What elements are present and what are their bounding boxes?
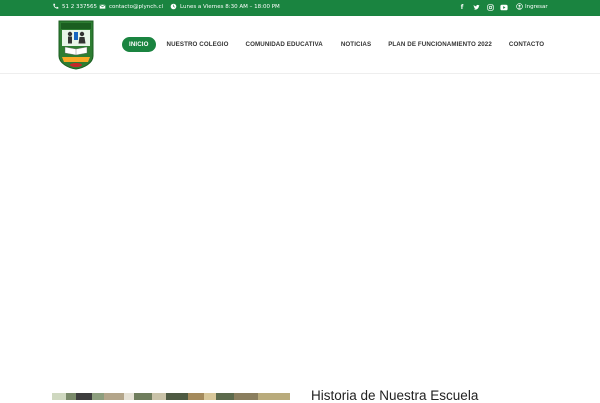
history-image — [52, 393, 290, 400]
nav-item-contacto[interactable]: CONTACTO — [509, 41, 544, 48]
nav-item-noticias[interactable]: NOTICIAS — [341, 41, 371, 48]
section-title: Historia de Nuestra Escuela — [311, 388, 479, 403]
nav-item-comunidad-educativa[interactable]: COMUNIDAD EDUCATIVA — [246, 41, 323, 48]
email-contact[interactable]: contacto@plynch.cl — [99, 3, 163, 10]
hours-text: Lunes a Viernes 8:30 AM – 18:00 PM — [180, 3, 280, 10]
user-icon — [516, 3, 523, 10]
instagram-icon[interactable] — [486, 3, 494, 11]
nav-item-inicio[interactable]: INICIO — [122, 36, 156, 52]
youtube-icon[interactable] — [500, 3, 508, 11]
mail-icon — [99, 4, 106, 9]
site-header: INICIO NUESTRO COLEGIO COMUNIDAD EDUCATI… — [0, 16, 600, 74]
phone-icon — [53, 3, 59, 9]
top-bar: 51 2 337565 contacto@plynch.cl Lunes a V… — [0, 0, 600, 16]
nav-item-plan-funcionamiento[interactable]: PLAN DE FUNCIONAMIENTO 2022 — [388, 41, 492, 48]
login-label: Ingresar — [525, 3, 548, 10]
hero-slider — [0, 74, 600, 384]
main-nav: INICIO NUESTRO COLEGIO COMUNIDAD EDUCATI… — [122, 36, 544, 52]
email-text: contacto@plynch.cl — [109, 3, 164, 10]
school-crest-logo[interactable] — [58, 20, 94, 70]
clock-icon — [170, 3, 177, 10]
twitter-icon[interactable] — [472, 3, 480, 11]
hours-info: Lunes a Viernes 8:30 AM – 18:00 PM — [170, 3, 280, 10]
facebook-icon[interactable]: f — [458, 3, 466, 11]
phone-text: 51 2 337565 — [62, 3, 97, 10]
social-links: f — [458, 3, 508, 11]
nav-item-nuestro-colegio[interactable]: NUESTRO COLEGIO — [167, 41, 229, 48]
phone-contact[interactable]: 51 2 337565 — [52, 3, 97, 10]
login-link[interactable]: Ingresar — [516, 3, 548, 10]
